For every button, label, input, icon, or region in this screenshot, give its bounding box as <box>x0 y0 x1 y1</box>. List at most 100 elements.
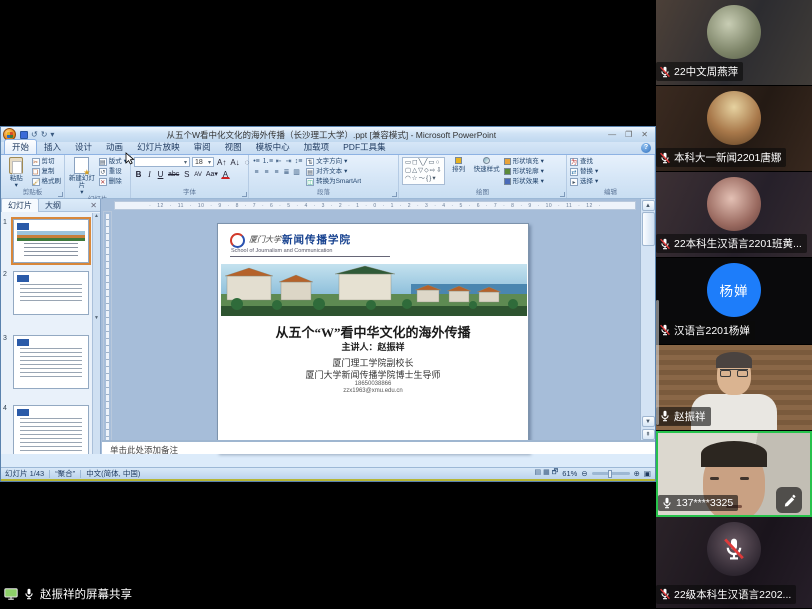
drawing-dialog-launcher[interactable] <box>560 192 565 197</box>
shape-fill-button[interactable]: 形状填充 ▾ <box>504 157 544 166</box>
minimize-button[interactable]: — <box>608 130 616 140</box>
strikethrough-button[interactable]: abc <box>167 169 180 179</box>
tab-review[interactable]: 审阅 <box>187 140 218 154</box>
shrink-font-button[interactable]: A↓ <box>229 157 240 167</box>
previous-slide-button[interactable]: ⇞ <box>642 429 655 440</box>
font-name-select[interactable]: ▾ <box>134 157 190 167</box>
zoom-slider[interactable] <box>592 472 630 475</box>
line-spacing-button[interactable]: ↕≡ <box>294 157 303 166</box>
tab-template-center[interactable]: 模板中心 <box>249 140 297 154</box>
restore-button[interactable]: ❐ <box>625 130 632 140</box>
annotate-button[interactable] <box>776 487 802 513</box>
participant-name: 本科大一新闻2201唐娜 <box>674 150 781 165</box>
delete-button[interactable]: ✕删除 <box>99 177 127 186</box>
shapes-gallery[interactable]: ▭◻╲╱▭○ ▢△▽⬦⇨⇩ ◠☆〜{}▾ <box>402 157 445 185</box>
align-center-button[interactable]: ≡ <box>262 168 271 177</box>
slide-canvas[interactable]: 厦门大学 新闻传播学院 School of Journalism and Com… <box>217 223 529 453</box>
tab-home[interactable]: 开始 <box>4 139 37 154</box>
scroll-down-icon[interactable]: ▼ <box>642 416 655 427</box>
align-text-button[interactable]: ▤对齐文本 ▾ <box>306 167 361 176</box>
slide-thumbnail-4[interactable]: 4 <box>13 405 89 454</box>
participant-tile[interactable]: 本科大一新闻2201唐娜 <box>656 86 812 172</box>
cut-button[interactable]: ✂剪切 <box>32 157 62 166</box>
participant-name-badge: 22中文周燕萍 <box>656 62 743 81</box>
participant-tile[interactable]: 22级本科生汉语言2202... <box>656 517 812 609</box>
grow-font-button[interactable]: A↑ <box>216 157 227 167</box>
close-button[interactable]: ✕ <box>641 130 648 140</box>
replace-button[interactable]: ⇄替换 ▾ <box>570 167 598 176</box>
participant-tile[interactable]: 22中文周燕萍 <box>656 0 812 86</box>
numbering-button[interactable]: ⒈≡ <box>262 157 273 166</box>
mouse-cursor <box>125 152 135 165</box>
tab-slideshow[interactable]: 幻灯片放映 <box>130 140 187 154</box>
paste-button[interactable]: 粘贴▾ <box>4 157 29 189</box>
redo-icon[interactable]: ↻ <box>41 131 48 139</box>
character-spacing-button[interactable]: AV <box>193 169 203 179</box>
scrollbar-thumb[interactable] <box>642 212 655 246</box>
paragraph-dialog-launcher[interactable] <box>392 192 397 197</box>
muted-mic-icon <box>659 66 671 78</box>
italic-button[interactable]: I <box>145 169 154 179</box>
slide-thumbnail-1[interactable]: 1 <box>13 219 89 263</box>
save-icon[interactable] <box>20 131 28 139</box>
tab-addins[interactable]: 加载项 <box>297 140 337 154</box>
text-direction-button[interactable]: ⇅文字方向 ▾ <box>306 157 361 166</box>
scroll-up-icon[interactable]: ▲ <box>642 200 655 211</box>
underline-button[interactable]: U <box>156 169 165 179</box>
shape-effects-button[interactable]: 形状效果 ▾ <box>504 177 544 186</box>
clipboard-dialog-launcher[interactable] <box>58 192 63 197</box>
notes-pane[interactable]: 单击此处添加备注 <box>102 440 655 454</box>
find-button[interactable]: 为查找 <box>570 157 598 166</box>
tab-insert[interactable]: 插入 <box>37 140 68 154</box>
sidebar-scrollbar[interactable] <box>656 300 659 425</box>
panel-tab-outline[interactable]: 大纲 <box>39 199 67 212</box>
participant-tile-active-speaker[interactable]: 137****3325 <box>656 431 812 517</box>
new-slide-button[interactable]: 新建幻灯片▾ <box>68 157 96 196</box>
bold-button[interactable]: B <box>134 169 143 179</box>
font-dialog-launcher[interactable] <box>242 192 247 197</box>
participant-tile[interactable]: 杨婵 汉语言2201杨婵 <box>656 258 812 344</box>
select-button[interactable]: ▸选择 ▾ <box>570 177 598 186</box>
convert-smartart-button[interactable]: ◫转换为SmartArt <box>306 177 361 186</box>
decrease-indent-button[interactable]: ⇤ <box>274 157 283 166</box>
participant-tile[interactable]: 22本科生汉语言2201班黄... <box>656 172 812 258</box>
increase-indent-button[interactable]: ⇥ <box>284 157 293 166</box>
shape-outline-button[interactable]: 形状轮廓 ▾ <box>504 167 544 176</box>
participant-name: 22中文周燕萍 <box>674 64 738 79</box>
tab-pdf-tools[interactable]: PDF工具集 <box>336 140 393 154</box>
tab-view[interactable]: 视图 <box>218 140 249 154</box>
slide-sorter-icon[interactable]: ▦ <box>543 468 550 479</box>
fit-to-window-icon[interactable]: ▣ <box>644 469 651 478</box>
slide-thumbnail-3[interactable]: 3 <box>13 335 89 389</box>
arrange-button[interactable]: 排列 <box>448 157 470 173</box>
zoom-out-icon[interactable]: ⊖ <box>581 469 587 478</box>
panel-tab-slides[interactable]: 幻灯片 <box>1 198 39 212</box>
reset-button[interactable]: ↺重设 <box>99 167 127 176</box>
columns-button[interactable]: ▥ <box>292 168 301 177</box>
slideshow-view-icon[interactable]: 🗗 <box>552 468 559 479</box>
horizontal-ruler: · 12 · 11 · 10 · 9 · 8 · 7 · 6 · 5 · 4 ·… <box>114 201 636 210</box>
tab-design[interactable]: 设计 <box>68 140 99 154</box>
normal-view-icon[interactable]: ▤ <box>534 468 541 479</box>
slide-thumbnail-2[interactable]: 2 <box>13 271 89 315</box>
screen-share-label: 赵振祥的屏幕共享 <box>40 586 132 602</box>
undo-icon[interactable]: ↺ <box>31 131 38 139</box>
bullets-button[interactable]: •≡ <box>252 157 261 166</box>
justify-button[interactable]: ≣ <box>282 168 291 177</box>
align-right-button[interactable]: ≡ <box>272 168 281 177</box>
help-button[interactable]: ? <box>641 143 651 153</box>
quick-styles-button[interactable]: 快速样式 <box>473 157 501 173</box>
font-color-button[interactable]: A <box>221 169 230 179</box>
panel-scrollbar[interactable]: ▲▼ <box>92 213 100 454</box>
panel-close-icon[interactable]: ✕ <box>90 201 97 210</box>
format-painter-button[interactable]: 🖌格式刷 <box>32 177 62 186</box>
copy-button[interactable]: ❏复制 <box>32 167 62 176</box>
change-case-button[interactable]: Aa▾ <box>205 169 219 179</box>
participant-tile-video[interactable]: 赵振祥 <box>656 345 812 431</box>
font-size-select[interactable]: 18▾ <box>192 157 214 167</box>
zoom-in-icon[interactable]: ⊕ <box>634 469 640 478</box>
layout-button[interactable]: ▤版式 ▾ <box>99 157 127 166</box>
align-left-button[interactable]: ≡ <box>252 168 261 177</box>
slide-scrollbar[interactable]: ▲ ▼ ⇞ ⇟ <box>640 199 655 454</box>
shadow-button[interactable]: S <box>182 169 191 179</box>
